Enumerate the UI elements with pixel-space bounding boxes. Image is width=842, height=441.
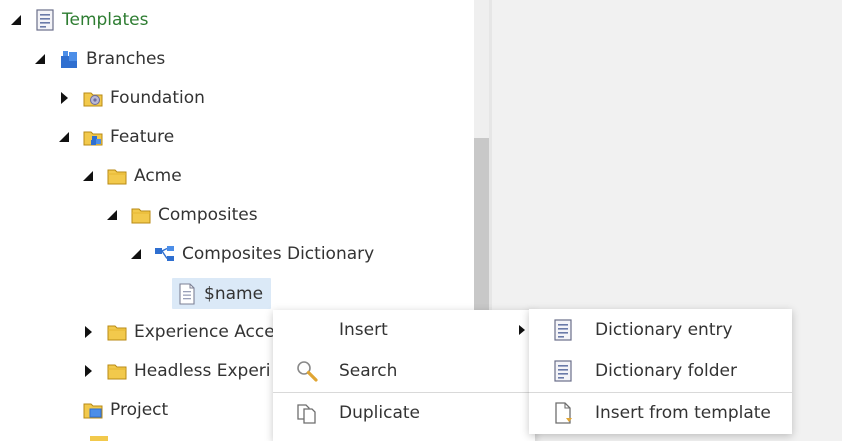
context-menu: Insert Search Duplicate bbox=[273, 310, 535, 441]
tree-node-branches[interactable]: Branches bbox=[34, 45, 165, 73]
expand-arrow-icon[interactable] bbox=[58, 131, 70, 143]
insert-submenu: Dictionary entry Dictionary folder Inser… bbox=[529, 309, 792, 434]
tree-node-label: Acme bbox=[134, 166, 182, 186]
folder-icon bbox=[90, 436, 108, 441]
menu-item-label: Insert from template bbox=[595, 403, 771, 423]
submenu-arrow-icon bbox=[519, 325, 525, 335]
tree-node-label: Templates bbox=[62, 10, 149, 30]
tree-node-label: Composites Dictionary bbox=[182, 244, 375, 264]
tree-node-label: Composites bbox=[158, 205, 258, 225]
tree-node-label: Headless Experi bbox=[134, 361, 271, 381]
expand-arrow-icon[interactable] bbox=[34, 53, 46, 65]
folder-icon bbox=[106, 321, 128, 343]
insert-from-template-icon bbox=[551, 401, 575, 425]
expand-arrow-icon[interactable] bbox=[10, 14, 22, 26]
search-icon bbox=[295, 359, 319, 383]
branches-icon bbox=[58, 48, 80, 70]
tree-node-headless-experience[interactable]: Headless Experi bbox=[82, 357, 271, 385]
dictionary-folder-icon bbox=[551, 359, 575, 383]
tree-node-composites[interactable]: Composites bbox=[106, 201, 258, 229]
submenu-item-dictionary-folder[interactable]: Dictionary folder bbox=[529, 351, 792, 391]
tree-node-experience-accelerator[interactable]: Experience Acce bbox=[82, 318, 275, 346]
menu-item-search[interactable]: Search bbox=[273, 351, 535, 391]
menu-item-insert[interactable]: Insert bbox=[273, 310, 535, 350]
folder-icon bbox=[130, 204, 152, 226]
templates-icon bbox=[34, 9, 56, 31]
menu-item-label: Dictionary folder bbox=[595, 361, 737, 381]
tree-node-feature[interactable]: Feature bbox=[58, 123, 174, 151]
menu-item-duplicate[interactable]: Duplicate bbox=[273, 393, 535, 433]
folder-icon bbox=[106, 165, 128, 187]
tree-node-composites-dictionary[interactable]: Composites Dictionary bbox=[130, 240, 374, 268]
duplicate-icon bbox=[295, 401, 319, 425]
submenu-item-insert-from-template[interactable]: Insert from template bbox=[529, 393, 792, 433]
collapse-arrow-icon[interactable] bbox=[82, 326, 94, 338]
tree-node-label: Project bbox=[110, 400, 169, 420]
tree-node-label: $name bbox=[204, 283, 264, 304]
tree-node-name-selected[interactable]: $name bbox=[172, 278, 272, 309]
menu-item-label: Search bbox=[339, 361, 398, 381]
submenu-item-dictionary-entry[interactable]: Dictionary entry bbox=[529, 310, 792, 350]
tree-node-foundation[interactable]: Foundation bbox=[58, 84, 205, 112]
folder-icon bbox=[106, 360, 128, 382]
folder-feature-icon bbox=[82, 126, 104, 148]
dictionary-icon bbox=[154, 243, 176, 265]
collapse-arrow-icon[interactable] bbox=[82, 365, 94, 377]
tree-node-acme[interactable]: Acme bbox=[82, 162, 182, 190]
tree-node-label: Feature bbox=[110, 127, 175, 147]
folder-project-icon bbox=[82, 399, 104, 421]
collapse-arrow-icon[interactable] bbox=[58, 92, 70, 104]
tree-node-label: Foundation bbox=[110, 88, 205, 108]
folder-foundation-icon bbox=[82, 87, 104, 109]
menu-item-label: Duplicate bbox=[339, 403, 420, 423]
tree-node-label: Experience Acce bbox=[134, 322, 275, 342]
document-icon bbox=[176, 282, 198, 305]
tree-node-label: Branches bbox=[86, 49, 166, 69]
menu-item-label: Insert bbox=[339, 320, 388, 340]
expand-arrow-icon[interactable] bbox=[106, 209, 118, 221]
dictionary-entry-icon bbox=[551, 318, 575, 342]
tree-node-project[interactable]: Project bbox=[82, 396, 168, 424]
menu-item-label: Dictionary entry bbox=[595, 320, 733, 340]
expand-arrow-icon[interactable] bbox=[82, 170, 94, 182]
tree-scrollbar-thumb[interactable] bbox=[474, 138, 489, 338]
expand-arrow-icon[interactable] bbox=[130, 248, 142, 260]
tree-node-templates[interactable]: Templates bbox=[10, 6, 148, 34]
